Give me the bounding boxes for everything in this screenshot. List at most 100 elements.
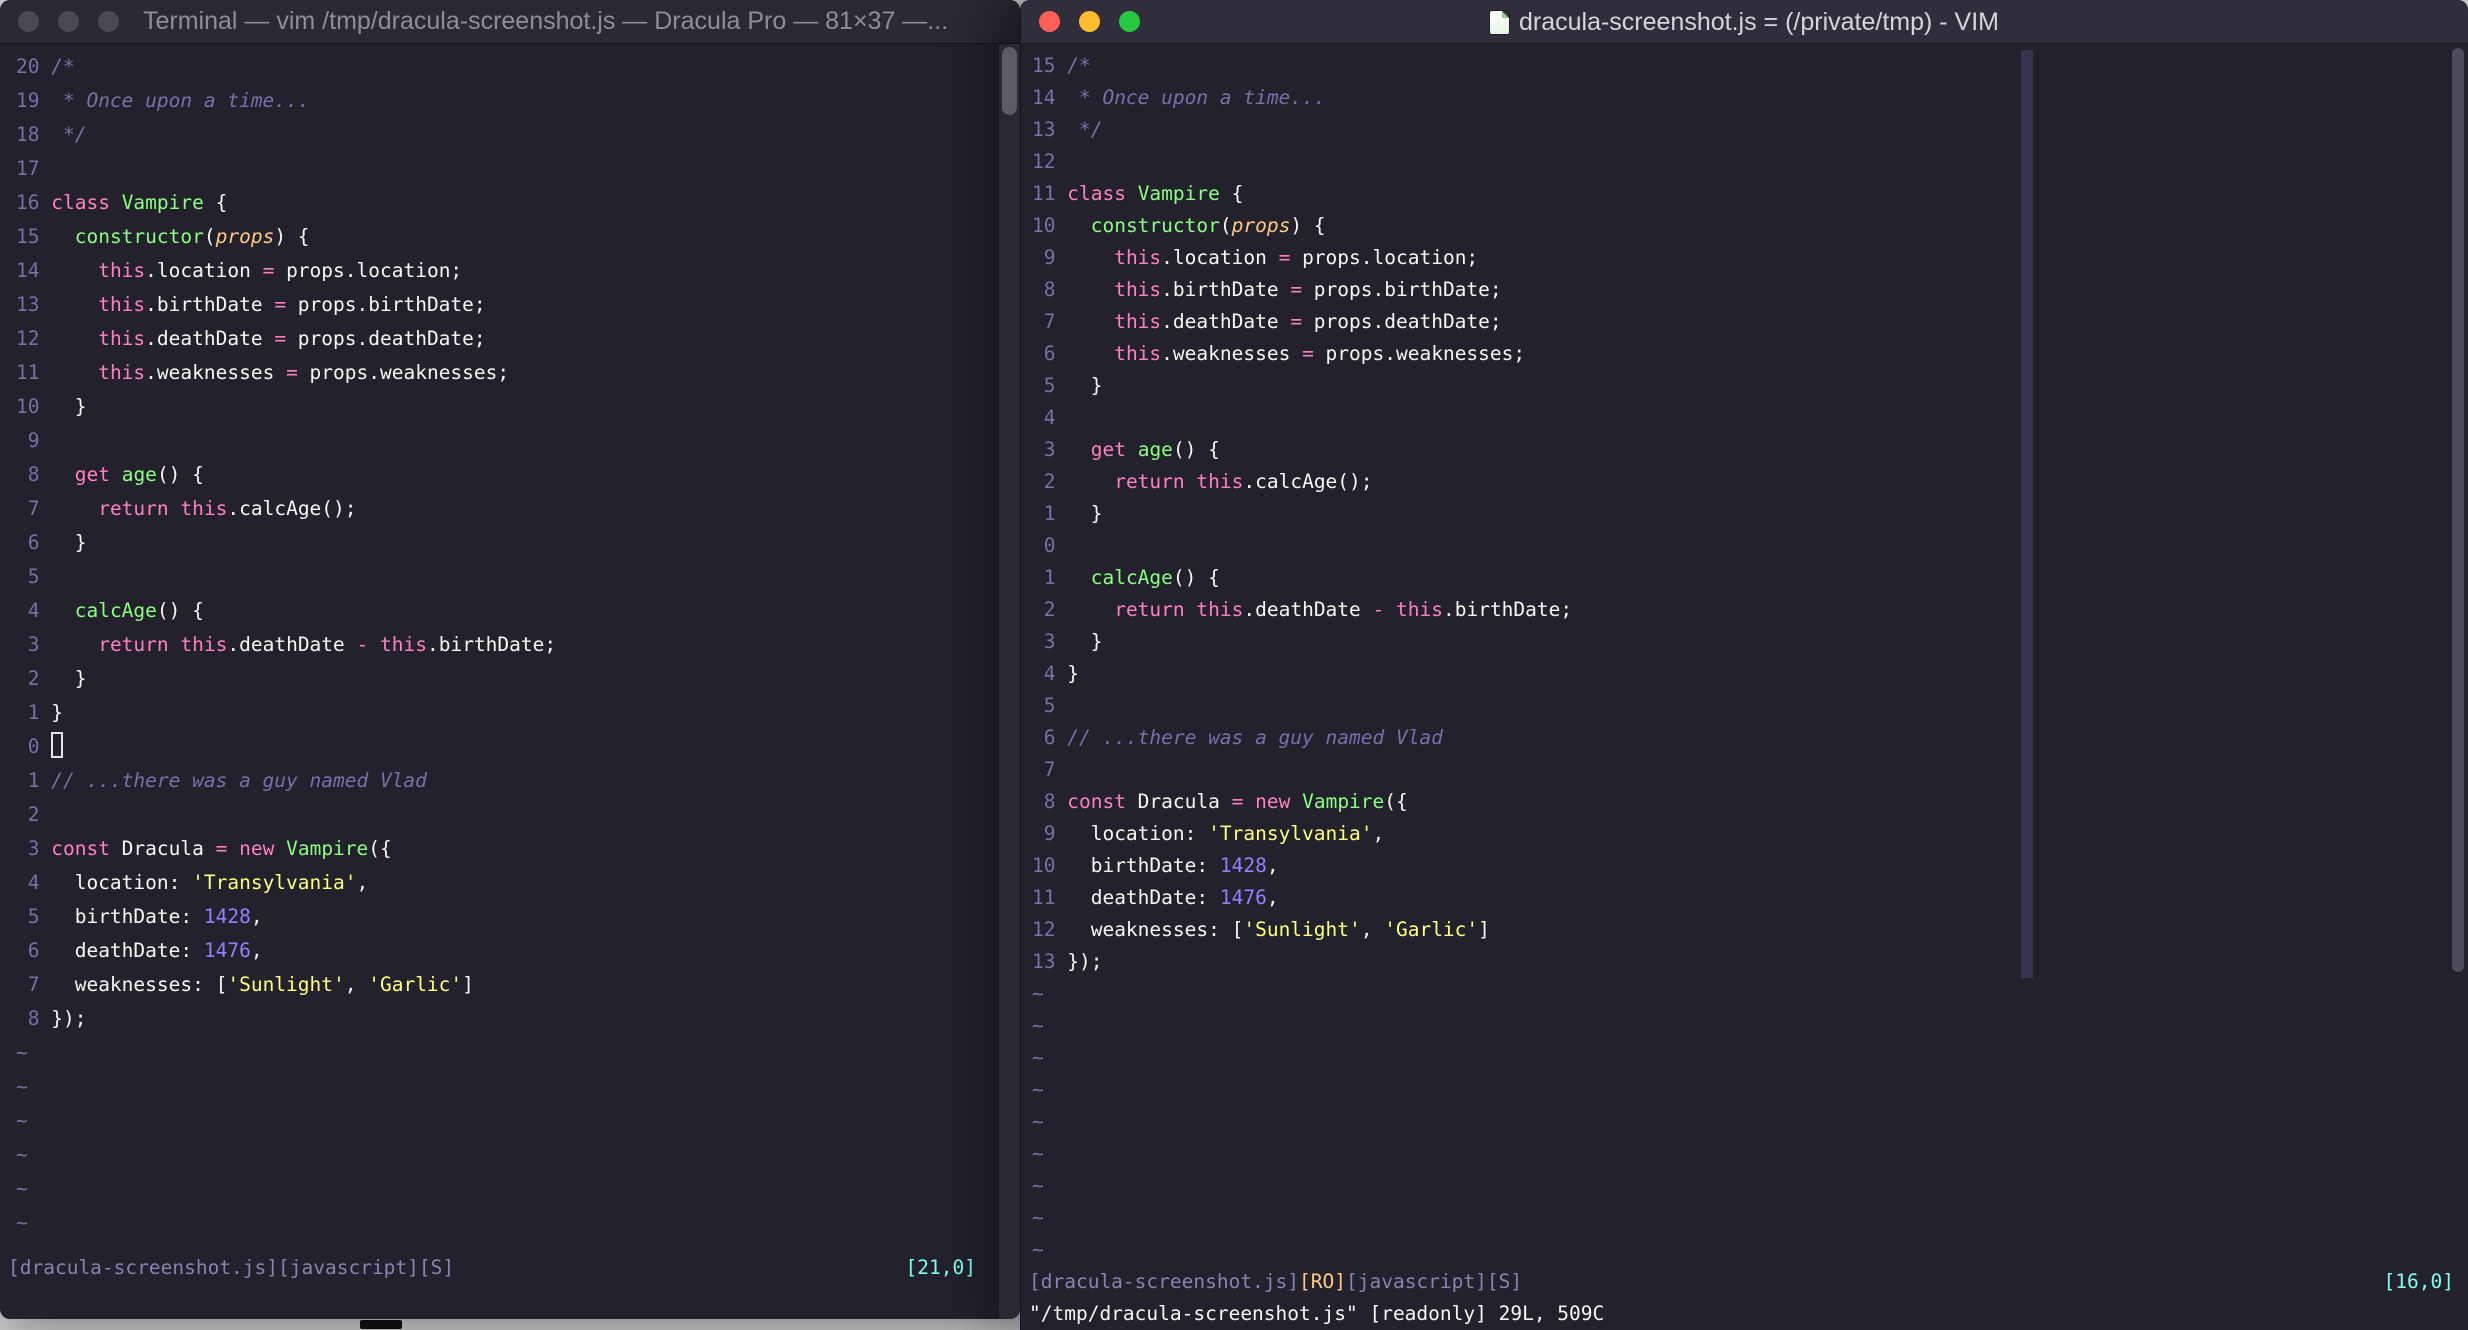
code-line[interactable]: 13 }); [1032, 946, 2468, 978]
code-line[interactable]: 4 location: 'Transylvania', [16, 866, 1020, 900]
close-button[interactable] [1039, 11, 1060, 32]
minimize-button[interactable] [58, 11, 79, 32]
code-token: } [1067, 374, 1103, 397]
scrollbar-track[interactable] [998, 44, 1020, 1319]
scrollbar-thumb[interactable] [2452, 48, 2464, 972]
line-number: 7 [16, 973, 52, 996]
close-button[interactable] [18, 11, 39, 32]
code-line[interactable]: 4 [1032, 402, 2468, 434]
code-line[interactable]: 11 class Vampire { [1032, 178, 2468, 210]
code-line[interactable]: 9 location: 'Transylvania', [1032, 818, 2468, 850]
code-line[interactable]: 2 } [16, 662, 1020, 696]
code-token: this [1114, 342, 1162, 365]
code-line[interactable]: 5 birthDate: 1428, [16, 900, 1020, 934]
code-line[interactable]: 5 [1032, 690, 2468, 722]
code-token: const [51, 837, 110, 860]
code-line[interactable]: 6 this.weaknesses = props.weaknesses; [1032, 338, 2468, 370]
code-line[interactable]: 9 [16, 424, 1020, 458]
code-line[interactable]: 11 deathDate: 1476, [1032, 882, 2468, 914]
statusline-readonly-flag: [RO] [1299, 1270, 1346, 1293]
code-line[interactable]: 13 */ [1032, 114, 2468, 146]
code-line[interactable]: 3 get age() { [1032, 434, 2468, 466]
code-token: constructor [1090, 214, 1220, 237]
line-number: 14 [1032, 86, 1068, 109]
code-line[interactable]: 11 this.weaknesses = props.weaknesses; [16, 356, 1020, 390]
line-number: 1 [16, 769, 52, 792]
code-line[interactable]: 10 } [16, 390, 1020, 424]
code-line[interactable]: 9 this.location = props.location; [1032, 242, 2468, 274]
line-number: 10 [16, 395, 52, 418]
code-line[interactable]: 7 [1032, 754, 2468, 786]
code-line[interactable]: 4 } [1032, 658, 2468, 690]
code-line[interactable]: 7 this.deathDate = props.deathDate; [1032, 306, 2468, 338]
code-line[interactable]: 5 } [1032, 370, 2468, 402]
code-line[interactable]: 0 [1032, 530, 2468, 562]
zoom-button[interactable] [1119, 11, 1140, 32]
code-line[interactable]: 15 constructor(props) { [16, 220, 1020, 254]
minimize-button[interactable] [1079, 11, 1100, 32]
code-line[interactable]: 10 birthDate: 1428, [1032, 850, 2468, 882]
code-buffer[interactable]: 20 /* 19 * Once upon a time... 18 */17 16 … [0, 44, 1020, 1240]
code-token: 'Sunlight' [1243, 918, 1361, 941]
zoom-button[interactable] [98, 11, 119, 32]
statusline-file-flags: [dracula-screenshot.js][javascript][S] [8, 1256, 455, 1279]
code-line[interactable]: 8 get age() { [16, 458, 1020, 492]
code-line[interactable]: 1 // ...there was a guy named Vlad [16, 764, 1020, 798]
code-token: this [380, 633, 427, 656]
code-line[interactable]: 16 class Vampire { [16, 186, 1020, 220]
code-line[interactable]: 20 /* [16, 50, 1020, 84]
code-line[interactable]: 14 this.location = props.location; [16, 254, 1020, 288]
tilde-line: ~ [16, 1143, 28, 1166]
code-token: .birthDate [145, 293, 275, 316]
code-buffer[interactable]: 15 /* 14 * Once upon a time... 13 */ 12 11 … [1021, 44, 2468, 1266]
code-token: - [356, 633, 369, 656]
statusline-ruler: [16,0] [2383, 1270, 2454, 1293]
code-line[interactable]: 8 this.birthDate = props.birthDate; [1032, 274, 2468, 306]
line-number: 12 [1032, 150, 1068, 173]
code-line[interactable]: 3 return this.deathDate - this.birthDate… [16, 628, 1020, 662]
titlebar[interactable]: Terminal — vim /tmp/dracula-screenshot.j… [0, 0, 1020, 44]
code-line[interactable]: 3 } [1032, 626, 2468, 658]
code-token: 1476 [203, 939, 251, 962]
code-line[interactable]: 6 // ...there was a guy named Vlad [1032, 722, 2468, 754]
code-line[interactable]: 19 * Once upon a time... [16, 84, 1020, 118]
code-line[interactable]: 2 [16, 798, 1020, 832]
code-line[interactable]: 0 [16, 730, 1020, 764]
line-number: 7 [16, 497, 52, 520]
code-line[interactable]: 12 weaknesses: ['Sunlight', 'Garlic'] [1032, 914, 2468, 946]
code-line[interactable]: 2 return this.calcAge(); [1032, 466, 2468, 498]
code-token: .birthDate; [426, 633, 557, 656]
code-line[interactable]: 3 const Dracula = new Vampire({ [16, 832, 1020, 866]
code-line[interactable]: 6 } [16, 526, 1020, 560]
code-line[interactable]: 15 /* [1032, 50, 2468, 82]
code-line[interactable]: 2 return this.deathDate - this.birthDate… [1032, 594, 2468, 626]
code-line[interactable]: 5 [16, 560, 1020, 594]
code-line[interactable]: 1 } [16, 696, 1020, 730]
code-line[interactable]: 17 [16, 152, 1020, 186]
code-line[interactable]: 8 const Dracula = new Vampire({ [1032, 786, 2468, 818]
code-token: } [51, 701, 63, 724]
code-token: = [1231, 790, 1244, 813]
titlebar[interactable]: dracula-screenshot.js = (/private/tmp) -… [1021, 0, 2468, 44]
scrollbar-thumb[interactable] [1002, 47, 1017, 115]
code-line[interactable]: 18 */ [16, 118, 1020, 152]
code-line[interactable]: 4 calcAge() { [16, 594, 1020, 628]
code-token: = [215, 837, 228, 860]
code-line[interactable]: 12 [1032, 146, 2468, 178]
code-line[interactable]: 6 deathDate: 1476, [16, 934, 1020, 968]
code-line[interactable]: 8 }); [16, 1002, 1020, 1036]
tilde-line: ~ [16, 1177, 28, 1200]
code-line[interactable]: 14 * Once upon a time... [1032, 82, 2468, 114]
code-line[interactable]: 1 } [1032, 498, 2468, 530]
code-line[interactable]: 12 this.deathDate = props.deathDate; [16, 322, 1020, 356]
code-line[interactable]: 13 this.birthDate = props.birthDate; [16, 288, 1020, 322]
vim-editor: 15 /* 14 * Once upon a time... 13 */ 12 11 … [1021, 44, 2468, 1330]
code-line[interactable]: 7 weaknesses: ['Sunlight', 'Garlic'] [16, 968, 1020, 1002]
code-line[interactable]: 1 calcAge() { [1032, 562, 2468, 594]
line-number: 8 [16, 1007, 52, 1030]
code-token: { [203, 191, 228, 214]
code-line[interactable]: 7 return this.calcAge(); [16, 492, 1020, 526]
document-proxy-icon[interactable] [1489, 10, 1509, 34]
code-line[interactable]: 10 constructor(props) { [1032, 210, 2468, 242]
